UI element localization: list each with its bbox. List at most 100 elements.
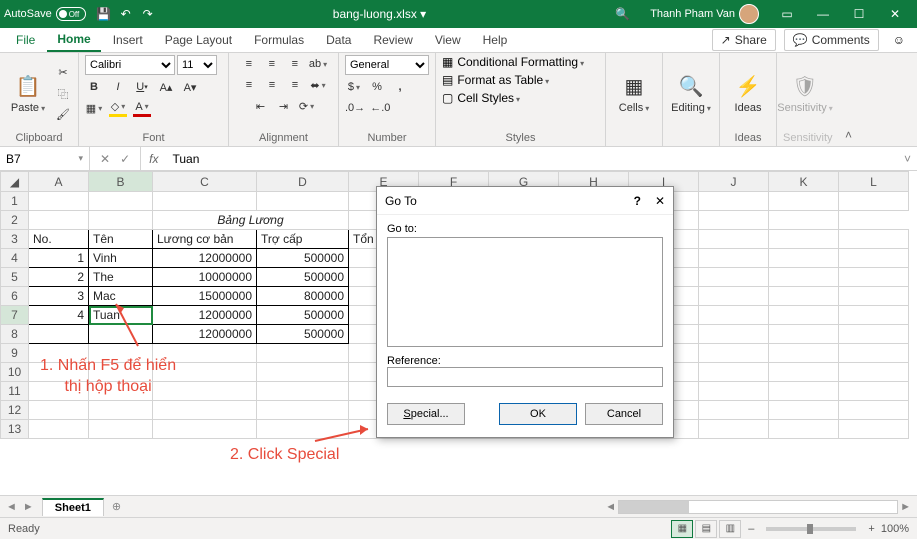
col-header[interactable]: C xyxy=(153,172,257,192)
orientation-icon[interactable]: ⟳ xyxy=(298,97,316,115)
prev-sheet-icon[interactable]: ◄ xyxy=(6,501,17,513)
dialog-close-icon[interactable]: ✕ xyxy=(655,194,665,208)
tab-page-layout[interactable]: Page Layout xyxy=(155,29,242,51)
decrease-indent-icon[interactable]: ⇤ xyxy=(252,97,270,115)
fill-color-icon[interactable]: ◇ xyxy=(109,99,127,117)
enter-formula-icon[interactable]: ✓ xyxy=(120,152,130,166)
dialog-title-bar[interactable]: Go To ? ✕ xyxy=(377,187,673,215)
header-cell[interactable]: Tên xyxy=(89,230,153,249)
ok-button[interactable]: OK xyxy=(499,403,577,425)
name-box[interactable]: ▾ xyxy=(0,147,90,170)
align-left-icon[interactable]: ≡ xyxy=(240,76,258,94)
cells-button[interactable]: ▦Cells xyxy=(612,59,656,129)
row-header[interactable]: 11 xyxy=(1,382,29,401)
goto-listbox[interactable] xyxy=(387,237,663,347)
data-cell[interactable]: Mac xyxy=(89,287,153,306)
align-middle-icon[interactable]: ≡ xyxy=(263,55,281,73)
number-format-select[interactable]: General xyxy=(345,55,429,75)
currency-icon[interactable]: $ xyxy=(345,78,363,96)
align-center-icon[interactable]: ≡ xyxy=(263,76,281,94)
ideas-button[interactable]: ⚡Ideas xyxy=(726,59,770,129)
row-header[interactable]: 10 xyxy=(1,363,29,382)
tab-file[interactable]: File xyxy=(6,29,45,51)
row-header[interactable]: 2 xyxy=(1,211,29,230)
row-header[interactable]: 1 xyxy=(1,192,29,211)
zoom-out-icon[interactable]: – xyxy=(748,523,754,535)
row-header[interactable]: 9 xyxy=(1,344,29,363)
fx-icon[interactable]: fx xyxy=(141,152,166,166)
row-header[interactable]: 12 xyxy=(1,401,29,420)
paste-button[interactable]: 📋Paste xyxy=(6,59,50,129)
format-painter-icon[interactable]: 🖌 xyxy=(54,106,72,124)
underline-button[interactable]: U▾ xyxy=(133,78,151,96)
ribbon-options-icon[interactable]: ▭ xyxy=(769,0,805,28)
increase-decimal-icon[interactable]: .0→ xyxy=(345,99,365,117)
table-title[interactable]: Bảng Lương xyxy=(153,211,349,230)
data-cell[interactable]: 1 xyxy=(29,249,89,268)
tab-home[interactable]: Home xyxy=(47,28,100,52)
data-cell[interactable]: The xyxy=(89,268,153,287)
header-cell[interactable]: Lương cơ bản xyxy=(153,230,257,249)
header-cell[interactable]: No. xyxy=(29,230,89,249)
col-header[interactable]: A xyxy=(29,172,89,192)
cancel-button[interactable]: Cancel xyxy=(585,403,663,425)
font-size-select[interactable]: 11 xyxy=(177,55,217,75)
data-cell[interactable]: 500000 xyxy=(257,249,349,268)
reference-input[interactable] xyxy=(387,367,663,387)
cell-styles-button[interactable]: ▢Cell Styles xyxy=(442,91,520,105)
page-break-view-icon[interactable]: ▥ xyxy=(719,520,741,538)
shrink-font-icon[interactable]: A▾ xyxy=(181,78,199,96)
tab-data[interactable]: Data xyxy=(316,29,361,51)
tab-formulas[interactable]: Formulas xyxy=(244,29,314,51)
increase-indent-icon[interactable]: ⇥ xyxy=(275,97,293,115)
zoom-slider[interactable] xyxy=(766,527,856,531)
data-cell[interactable]: 12000000 xyxy=(153,306,257,325)
data-cell[interactable]: 10000000 xyxy=(153,268,257,287)
row-header[interactable]: 6 xyxy=(1,287,29,306)
col-header[interactable]: K xyxy=(769,172,839,192)
scroll-left-icon[interactable]: ◄ xyxy=(605,501,616,513)
formula-input[interactable] xyxy=(166,152,898,166)
redo-icon[interactable]: ↷ xyxy=(140,6,156,22)
tab-help[interactable]: Help xyxy=(473,29,518,51)
italic-button[interactable]: I xyxy=(109,78,127,96)
data-cell[interactable]: 500000 xyxy=(257,325,349,344)
comma-icon[interactable]: , xyxy=(391,78,409,96)
collapse-ribbon-icon[interactable]: ˄ xyxy=(845,128,852,142)
data-cell[interactable]: 4 xyxy=(29,306,89,325)
data-cell[interactable] xyxy=(29,325,89,344)
percent-icon[interactable]: % xyxy=(368,78,386,96)
cell-reference-input[interactable] xyxy=(6,152,78,166)
autosave-toggle[interactable]: AutoSave Off xyxy=(4,7,86,21)
format-as-table-button[interactable]: ▤Format as Table xyxy=(442,73,549,87)
zoom-in-icon[interactable]: + xyxy=(868,523,874,535)
col-header[interactable]: J xyxy=(699,172,769,192)
data-cell[interactable]: 12000000 xyxy=(153,325,257,344)
row-header[interactable]: 8 xyxy=(1,325,29,344)
row-header[interactable]: 13 xyxy=(1,420,29,439)
data-cell[interactable] xyxy=(89,325,153,344)
data-cell[interactable]: 800000 xyxy=(257,287,349,306)
data-cell[interactable]: 15000000 xyxy=(153,287,257,306)
data-cell[interactable]: 3 xyxy=(29,287,89,306)
borders-icon[interactable]: ▦ xyxy=(85,99,103,117)
search-icon[interactable]: 🔍 xyxy=(615,7,630,21)
normal-view-icon[interactable]: ▦ xyxy=(671,520,693,538)
comments-button[interactable]: 💬Comments xyxy=(784,29,879,51)
editing-button[interactable]: 🔍Editing xyxy=(669,59,713,129)
font-color-icon[interactable]: A xyxy=(133,99,151,117)
bold-button[interactable]: B xyxy=(85,78,103,96)
decrease-decimal-icon[interactable]: ←.0 xyxy=(370,99,390,117)
merge-icon[interactable]: ⬌ xyxy=(309,76,327,94)
col-header[interactable]: D xyxy=(257,172,349,192)
row-header[interactable]: 7 xyxy=(1,306,29,325)
align-right-icon[interactable]: ≡ xyxy=(286,76,304,94)
undo-icon[interactable]: ↶ xyxy=(118,6,134,22)
data-cell[interactable]: 500000 xyxy=(257,306,349,325)
col-header[interactable]: B xyxy=(89,172,153,192)
scroll-right-icon[interactable]: ► xyxy=(900,501,911,513)
tab-review[interactable]: Review xyxy=(363,29,422,51)
dialog-help-icon[interactable]: ? xyxy=(634,194,641,208)
select-all-corner[interactable]: ◢ xyxy=(1,172,29,192)
conditional-formatting-button[interactable]: ▦Conditional Formatting xyxy=(442,55,584,69)
